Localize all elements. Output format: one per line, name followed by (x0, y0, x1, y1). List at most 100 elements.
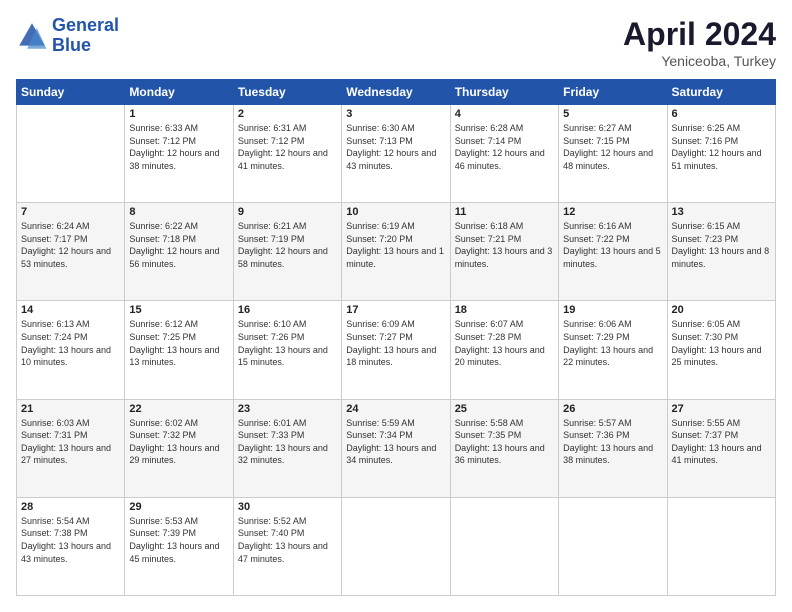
calendar-cell: 30Sunrise: 5:52 AMSunset: 7:40 PMDayligh… (233, 497, 341, 595)
week-row-2: 7 Sunrise: 6:24 AMSunset: 7:17 PMDaylight… (17, 203, 776, 301)
calendar-cell: 6Sunrise: 6:25 AMSunset: 7:16 PMDaylight… (667, 105, 775, 203)
day-number: 16 (238, 304, 337, 316)
day-number: 4 (455, 108, 554, 120)
day-number: 2 (238, 108, 337, 120)
day-number: 9 (238, 206, 337, 218)
day-info: Sunrise: 5:54 AMSunset: 7:38 PMDaylight:… (21, 515, 120, 565)
day-info: Sunrise: 6:12 AMSunset: 7:25 PMDaylight:… (129, 318, 228, 368)
day-info: Sunrise: 5:58 AMSunset: 7:35 PMDaylight:… (455, 417, 554, 467)
calendar-cell: 18 Sunrise: 6:07 AMSunset: 7:28 PMDayligh… (450, 301, 558, 399)
page: General Blue April 2024 Yeniceoba, Turke… (0, 0, 792, 612)
day-info: Sunrise: 6:33 AMSunset: 7:12 PMDaylight:… (129, 122, 228, 172)
calendar-cell: 5Sunrise: 6:27 AMSunset: 7:15 PMDaylight… (559, 105, 667, 203)
weekday-header-sunday: Sunday (17, 80, 125, 105)
day-info: Sunrise: 6:07 AMSunset: 7:28 PMDaylight:… (455, 318, 554, 368)
weekday-header-thursday: Thursday (450, 80, 558, 105)
calendar-cell: 16Sunrise: 6:10 AMSunset: 7:26 PMDayligh… (233, 301, 341, 399)
calendar-cell: 9 Sunrise: 6:21 AMSunset: 7:19 PMDaylight… (233, 203, 341, 301)
week-row-1: 1 Sunrise: 6:33 AMSunset: 7:12 PMDaylight… (17, 105, 776, 203)
day-info: Sunrise: 6:18 AMSunset: 7:21 PMDaylight:… (455, 220, 554, 270)
day-number: 10 (346, 206, 445, 218)
calendar-cell: 26 Sunrise: 5:57 AMSunset: 7:36 PMDayligh… (559, 399, 667, 497)
calendar-table: SundayMondayTuesdayWednesdayThursdayFrid… (16, 79, 776, 596)
day-info: Sunrise: 6:31 AMSunset: 7:12 PMDaylight:… (238, 122, 337, 172)
calendar-cell: 23Sunrise: 6:01 AMSunset: 7:33 PMDayligh… (233, 399, 341, 497)
day-info: Sunrise: 6:02 AMSunset: 7:32 PMDaylight:… (129, 417, 228, 467)
calendar-cell: 7 Sunrise: 6:24 AMSunset: 7:17 PMDaylight… (17, 203, 125, 301)
day-number: 27 (672, 403, 771, 415)
calendar-cell: 19Sunrise: 6:06 AMSunset: 7:29 PMDayligh… (559, 301, 667, 399)
calendar-cell: 29 Sunrise: 5:53 AMSunset: 7:39 PMDayligh… (125, 497, 233, 595)
calendar-cell (450, 497, 558, 595)
calendar-cell: 25 Sunrise: 5:58 AMSunset: 7:35 PMDayligh… (450, 399, 558, 497)
calendar-cell: 17 Sunrise: 6:09 AMSunset: 7:27 PMDayligh… (342, 301, 450, 399)
day-number: 14 (21, 304, 120, 316)
day-info: Sunrise: 5:53 AMSunset: 7:39 PMDaylight:… (129, 515, 228, 565)
day-number: 20 (672, 304, 771, 316)
calendar-cell: 4 Sunrise: 6:28 AMSunset: 7:14 PMDaylight… (450, 105, 558, 203)
weekday-header-monday: Monday (125, 80, 233, 105)
day-number: 24 (346, 403, 445, 415)
day-number: 17 (346, 304, 445, 316)
day-number: 21 (21, 403, 120, 415)
day-number: 28 (21, 501, 120, 513)
day-number: 12 (563, 206, 662, 218)
logo-line1: General (52, 16, 119, 36)
day-number: 8 (129, 206, 228, 218)
weekday-header-saturday: Saturday (667, 80, 775, 105)
day-number: 29 (129, 501, 228, 513)
day-number: 13 (672, 206, 771, 218)
day-number: 15 (129, 304, 228, 316)
day-number: 25 (455, 403, 554, 415)
day-info: Sunrise: 6:13 AMSunset: 7:24 PMDaylight:… (21, 318, 120, 368)
day-number: 1 (129, 108, 228, 120)
logo-line2: Blue (52, 36, 119, 56)
day-number: 18 (455, 304, 554, 316)
calendar-cell: 13 Sunrise: 6:15 AMSunset: 7:23 PMDayligh… (667, 203, 775, 301)
day-info: Sunrise: 6:15 AMSunset: 7:23 PMDaylight:… (672, 220, 771, 270)
day-info: Sunrise: 6:30 AMSunset: 7:13 PMDaylight:… (346, 122, 445, 172)
day-number: 26 (563, 403, 662, 415)
calendar-cell: 10 Sunrise: 6:19 AMSunset: 7:20 PMDayligh… (342, 203, 450, 301)
logo-text: General Blue (52, 16, 119, 56)
calendar-cell: 14 Sunrise: 6:13 AMSunset: 7:24 PMDayligh… (17, 301, 125, 399)
day-number: 23 (238, 403, 337, 415)
day-number: 11 (455, 206, 554, 218)
title-block: April 2024 Yeniceoba, Turkey (623, 16, 776, 69)
weekday-header-tuesday: Tuesday (233, 80, 341, 105)
day-number: 7 (21, 206, 120, 218)
calendar-cell: 2 Sunrise: 6:31 AMSunset: 7:12 PMDaylight… (233, 105, 341, 203)
location: Yeniceoba, Turkey (623, 53, 776, 69)
logo: General Blue (16, 16, 119, 56)
day-info: Sunrise: 6:21 AMSunset: 7:19 PMDaylight:… (238, 220, 337, 270)
day-info: Sunrise: 6:09 AMSunset: 7:27 PMDaylight:… (346, 318, 445, 368)
calendar-cell: 21Sunrise: 6:03 AMSunset: 7:31 PMDayligh… (17, 399, 125, 497)
week-row-3: 14 Sunrise: 6:13 AMSunset: 7:24 PMDayligh… (17, 301, 776, 399)
weekday-header-row: SundayMondayTuesdayWednesdayThursdayFrid… (17, 80, 776, 105)
week-row-5: 28 Sunrise: 5:54 AMSunset: 7:38 PMDayligh… (17, 497, 776, 595)
calendar-cell: 3 Sunrise: 6:30 AMSunset: 7:13 PMDaylight… (342, 105, 450, 203)
calendar-cell (342, 497, 450, 595)
week-row-4: 21Sunrise: 6:03 AMSunset: 7:31 PMDayligh… (17, 399, 776, 497)
day-info: Sunrise: 6:19 AMSunset: 7:20 PMDaylight:… (346, 220, 445, 270)
day-info: Sunrise: 6:24 AMSunset: 7:17 PMDaylight:… (21, 220, 120, 270)
calendar-cell: 22 Sunrise: 6:02 AMSunset: 7:32 PMDayligh… (125, 399, 233, 497)
calendar-cell: 20Sunrise: 6:05 AMSunset: 7:30 PMDayligh… (667, 301, 775, 399)
day-info: Sunrise: 6:27 AMSunset: 7:15 PMDaylight:… (563, 122, 662, 172)
day-info: Sunrise: 6:28 AMSunset: 7:14 PMDaylight:… (455, 122, 554, 172)
header: General Blue April 2024 Yeniceoba, Turke… (16, 16, 776, 69)
calendar-cell: 28 Sunrise: 5:54 AMSunset: 7:38 PMDayligh… (17, 497, 125, 595)
day-info: Sunrise: 5:52 AMSunset: 7:40 PMDaylight:… (238, 515, 337, 565)
calendar-cell: 15 Sunrise: 6:12 AMSunset: 7:25 PMDayligh… (125, 301, 233, 399)
logo-icon (16, 20, 48, 52)
day-number: 22 (129, 403, 228, 415)
day-info: Sunrise: 5:57 AMSunset: 7:36 PMDaylight:… (563, 417, 662, 467)
weekday-header-friday: Friday (559, 80, 667, 105)
calendar-cell: 11 Sunrise: 6:18 AMSunset: 7:21 PMDayligh… (450, 203, 558, 301)
calendar-cell (667, 497, 775, 595)
day-info: Sunrise: 6:06 AMSunset: 7:29 PMDaylight:… (563, 318, 662, 368)
day-number: 3 (346, 108, 445, 120)
day-info: Sunrise: 6:22 AMSunset: 7:18 PMDaylight:… (129, 220, 228, 270)
calendar-cell: 27Sunrise: 5:55 AMSunset: 7:37 PMDayligh… (667, 399, 775, 497)
calendar-cell: 1 Sunrise: 6:33 AMSunset: 7:12 PMDaylight… (125, 105, 233, 203)
